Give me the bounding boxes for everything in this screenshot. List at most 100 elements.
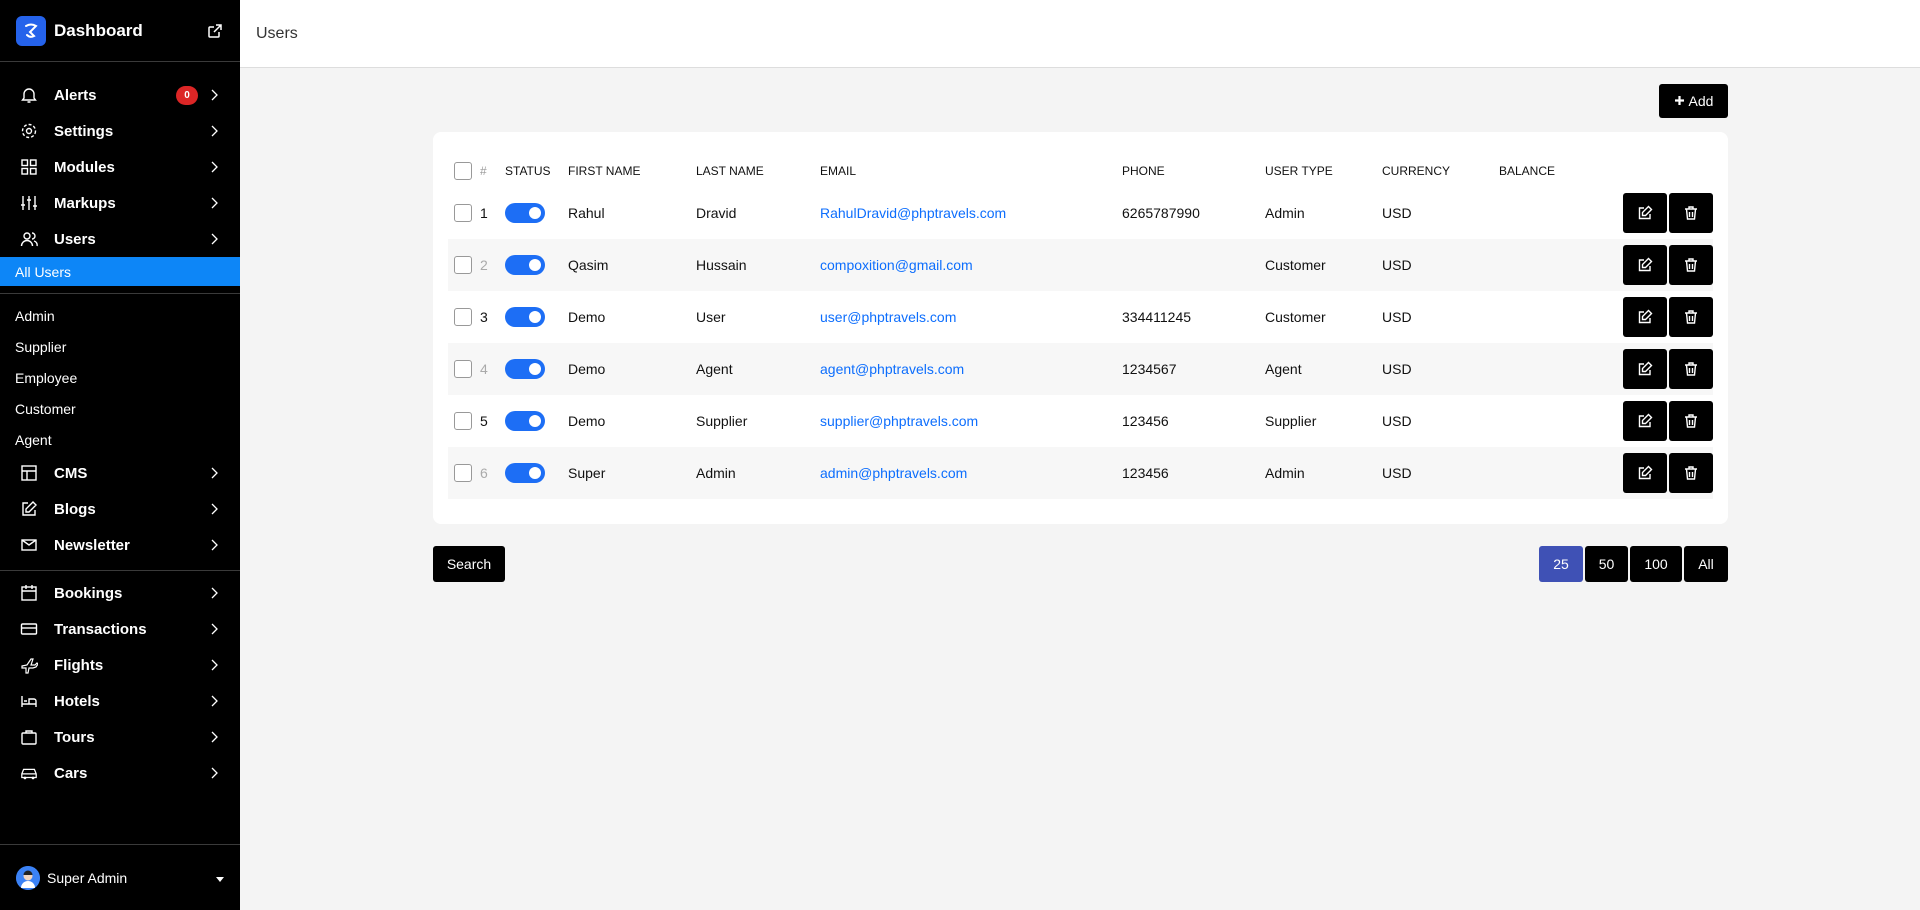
search-button[interactable]: Search — [433, 546, 505, 582]
email-link[interactable]: RahulDravid@phptravels.com — [820, 187, 1122, 239]
caret-down-icon — [216, 869, 224, 887]
sidebar-item-tours[interactable]: Tours — [0, 719, 240, 755]
sidebar-item-cars[interactable]: Cars — [0, 755, 240, 791]
email-link[interactable]: agent@phptravels.com — [820, 343, 1122, 395]
currency-cell: USD — [1382, 447, 1499, 499]
sidebar-user-menu[interactable]: Super Admin — [0, 844, 240, 910]
status-toggle[interactable] — [505, 255, 545, 275]
edit-button[interactable] — [1623, 193, 1667, 233]
sidebar-item-hotels[interactable]: Hotels — [0, 683, 240, 719]
alerts-count-badge: 0 — [176, 85, 198, 105]
trash-icon — [1685, 414, 1697, 428]
sidebar-item-settings[interactable]: Settings — [0, 113, 240, 149]
select-all-checkbox[interactable] — [454, 162, 472, 180]
sidebar-item-bookings[interactable]: Bookings — [0, 575, 240, 611]
chevron-right-icon — [208, 503, 220, 515]
delete-button[interactable] — [1669, 297, 1713, 337]
edit-button[interactable] — [1623, 453, 1667, 493]
row-checkbox[interactable] — [454, 360, 472, 378]
sidebar-item-blogs[interactable]: Blogs — [0, 491, 240, 527]
car-icon — [20, 764, 38, 782]
email-link[interactable]: user@phptravels.com — [820, 291, 1122, 343]
column-header-user-type[interactable]: User Type — [1265, 155, 1382, 187]
row-checkbox[interactable] — [454, 256, 472, 274]
email-link[interactable]: compoxition@gmail.com — [820, 239, 1122, 291]
edit-icon — [1638, 361, 1653, 376]
column-header-email[interactable]: Email — [820, 155, 1122, 187]
balance-cell — [1499, 239, 1603, 291]
brand-title[interactable]: Dashboard — [54, 21, 206, 41]
plane-icon — [20, 656, 38, 674]
delete-button[interactable] — [1669, 401, 1713, 441]
sidebar-subitem-agent[interactable]: Agent — [0, 424, 240, 455]
status-toggle[interactable] — [505, 359, 545, 379]
top-bar: Users — [240, 0, 1920, 68]
logo-icon[interactable] — [16, 15, 46, 46]
sidebar-subitem-supplier[interactable]: Supplier — [0, 331, 240, 362]
page-size-50[interactable]: 50 — [1585, 546, 1628, 582]
delete-button[interactable] — [1669, 193, 1713, 233]
phone-cell: 334411245 — [1122, 309, 1192, 325]
sidebar-item-cms[interactable]: CMS — [0, 455, 240, 491]
bell-icon — [20, 86, 38, 104]
user-type-cell: Supplier — [1265, 413, 1317, 429]
column-header-first-name[interactable]: First Name — [568, 155, 696, 187]
balance-cell — [1499, 395, 1603, 447]
table-row: 5 Demo Supplier supplier@phptravels.com … — [448, 395, 1713, 447]
balance-cell — [1499, 447, 1603, 499]
sidebar-item-alerts[interactable]: Alerts 0 — [0, 77, 240, 113]
status-toggle[interactable] — [505, 307, 545, 327]
sidebar-subitem-all-users[interactable]: All Users — [0, 257, 240, 286]
page-size-25[interactable]: 25 — [1539, 546, 1583, 582]
calendar-icon — [20, 584, 38, 602]
external-link-icon[interactable] — [206, 22, 224, 40]
column-header-phone[interactable]: Phone — [1122, 155, 1265, 187]
row-checkbox[interactable] — [454, 308, 472, 326]
page-size-selector: 25 50 100 All — [1539, 546, 1728, 582]
sidebar-subitem-admin[interactable]: Admin — [0, 300, 240, 331]
edit-button[interactable] — [1623, 401, 1667, 441]
sidebar-item-newsletter[interactable]: Newsletter — [0, 527, 240, 563]
delete-button[interactable] — [1669, 349, 1713, 389]
column-header-status[interactable]: Status — [505, 155, 568, 187]
chevron-right-icon — [208, 161, 220, 173]
sidebar-subitem-customer[interactable]: Customer — [0, 393, 240, 424]
page-size-all[interactable]: All — [1684, 546, 1728, 582]
edit-button[interactable] — [1623, 349, 1667, 389]
sidebar-item-modules[interactable]: Modules — [0, 149, 240, 185]
sidebar-item-markups[interactable]: Markups — [0, 185, 240, 221]
edit-button[interactable] — [1623, 297, 1667, 337]
status-toggle[interactable] — [505, 411, 545, 431]
trash-icon — [1685, 206, 1697, 220]
email-link[interactable]: supplier@phptravels.com — [820, 395, 1122, 447]
column-header-balance[interactable]: Balance — [1499, 155, 1603, 187]
phone-cell: 123456 — [1122, 413, 1169, 429]
sidebar-item-flights[interactable]: Flights — [0, 647, 240, 683]
last-name-cell: Hussain — [696, 239, 820, 291]
delete-button[interactable] — [1669, 245, 1713, 285]
first-name-cell: Demo — [568, 343, 696, 395]
add-user-button[interactable]: Add — [1659, 84, 1728, 118]
sidebar-item-users[interactable]: Users — [0, 221, 240, 257]
delete-button[interactable] — [1669, 453, 1713, 493]
column-header-currency[interactable]: Currency — [1382, 155, 1499, 187]
status-toggle[interactable] — [505, 203, 545, 223]
row-number: 1 — [480, 205, 488, 221]
page-size-100[interactable]: 100 — [1630, 546, 1682, 582]
row-checkbox[interactable] — [454, 464, 472, 482]
row-checkbox[interactable] — [454, 204, 472, 222]
chevron-right-icon — [208, 467, 220, 479]
layout-icon — [20, 464, 38, 482]
status-toggle[interactable] — [505, 463, 545, 483]
sidebar-item-label: Hotels — [54, 692, 100, 710]
trash-icon — [1685, 362, 1697, 376]
sidebar-subitem-employee[interactable]: Employee — [0, 362, 240, 393]
email-link[interactable]: admin@phptravels.com — [820, 447, 1122, 499]
chevron-right-icon — [208, 587, 220, 599]
last-name-cell: Supplier — [696, 413, 748, 429]
row-checkbox[interactable] — [454, 412, 472, 430]
currency-cell: USD — [1382, 205, 1412, 221]
edit-button[interactable] — [1623, 245, 1667, 285]
sidebar-item-transactions[interactable]: Transactions — [0, 611, 240, 647]
column-header-last-name[interactable]: Last Name — [696, 155, 820, 187]
